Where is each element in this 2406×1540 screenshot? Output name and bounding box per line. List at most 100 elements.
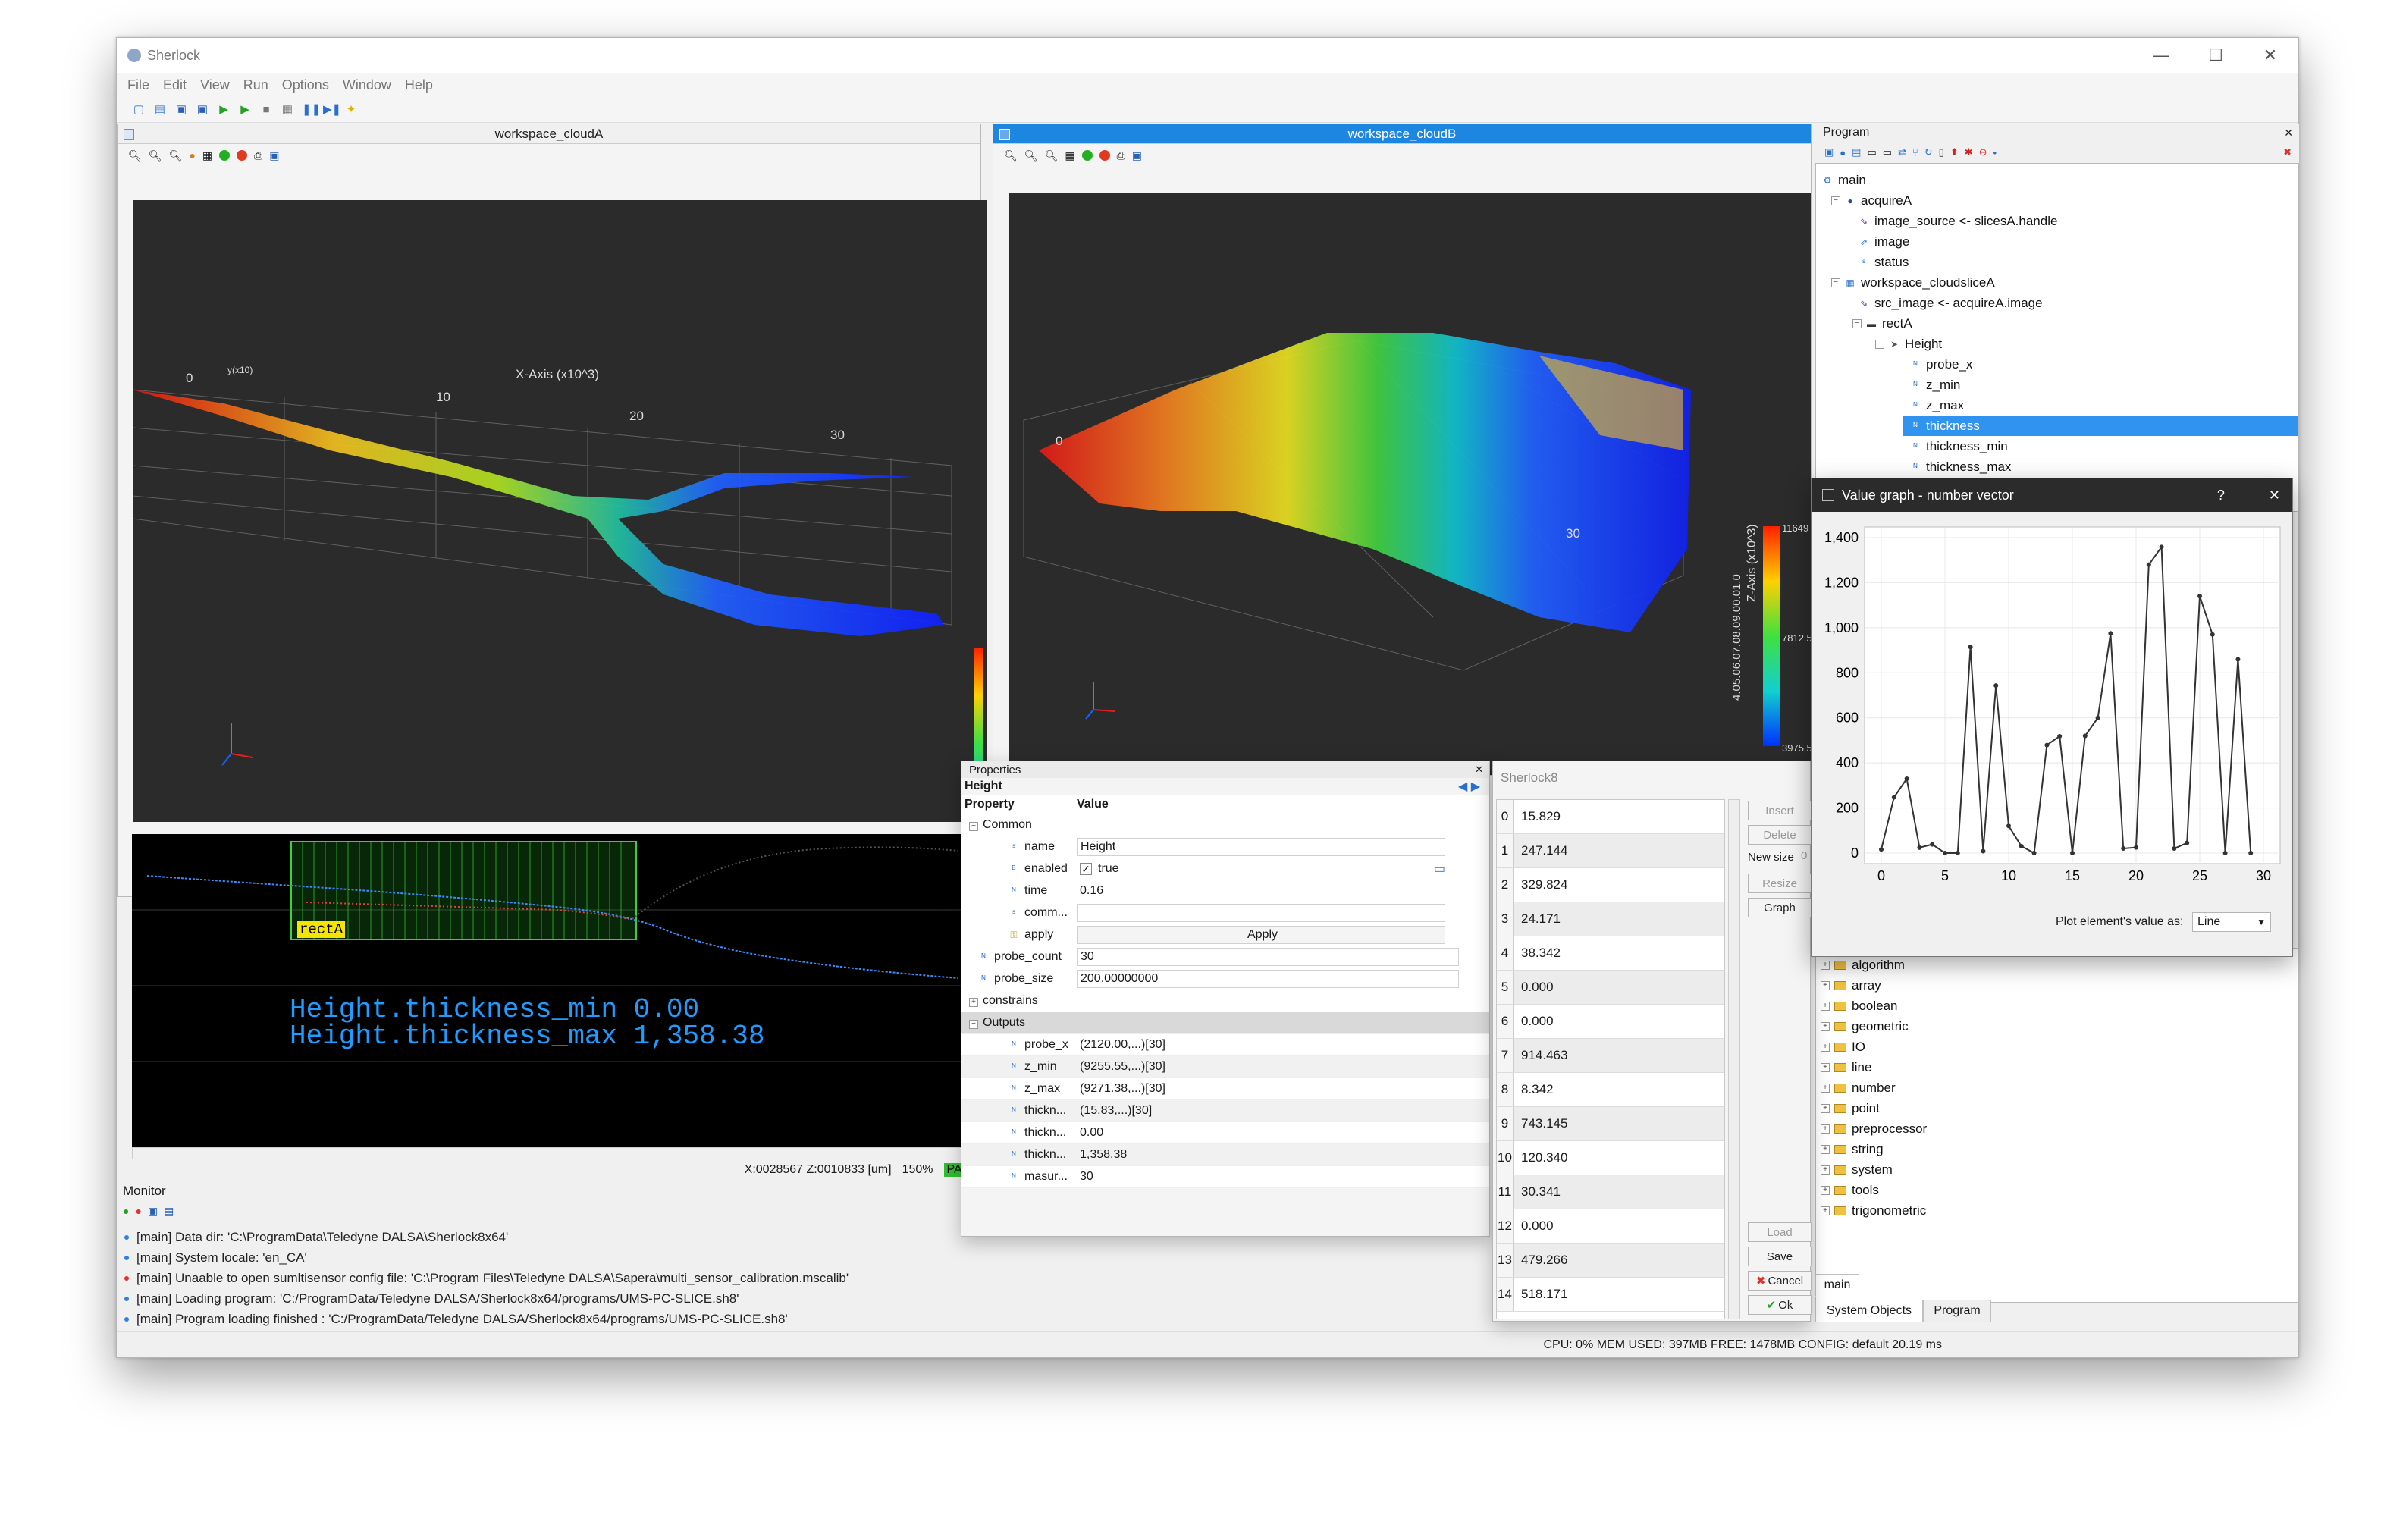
print-icon[interactable]: ⎙ (254, 149, 262, 162)
tree-node-z-min[interactable]: ᴺ z_min (1816, 375, 2298, 395)
group-common[interactable]: − Common (961, 814, 1489, 836)
stop-icon[interactable]: ■ (259, 103, 273, 117)
output-row[interactable]: ᴺ thickn... 0.00 (961, 1122, 1489, 1144)
menu-view[interactable]: View (200, 77, 230, 93)
tree-node-image[interactable]: ⇗ image (1816, 231, 2298, 252)
point-cloud-view-b[interactable]: 0 30 4.05.06.07.08.09.00.01.0 Z-Axis (x1… (1009, 193, 1811, 775)
tree-node-main[interactable]: ⚙ main (1816, 170, 2298, 190)
branch-icon[interactable]: ⑂ (1912, 147, 1918, 158)
step-icon[interactable]: ▶❚ (323, 103, 341, 117)
tree-node-probe-x[interactable]: ᴺ probe_x (1816, 354, 2298, 375)
vector-row[interactable]: 4 38.342 (1497, 936, 1724, 971)
tree-node-thickness-max[interactable]: ᴺ thickness_max (1816, 456, 2298, 477)
panel-close-icon[interactable]: ✕ (1475, 764, 1483, 776)
expand-icon[interactable]: + (1821, 1021, 1830, 1031)
copy-icon[interactable]: ▭ (1867, 146, 1876, 158)
tree-node-workspace[interactable]: − ▦ workspace_cloudsliceA (1816, 272, 2298, 293)
grid-icon[interactable]: ▦ (202, 149, 212, 162)
name-field[interactable]: Height (1077, 838, 1445, 856)
vector-row[interactable]: 6 0.000 (1497, 1005, 1724, 1039)
group-constrains[interactable]: + constrains (961, 990, 1489, 1012)
vector-row[interactable]: 1 247.144 (1497, 834, 1724, 868)
maximize-icon[interactable]: ☐ (2188, 38, 2243, 73)
graph-button[interactable]: Graph (1748, 898, 1812, 917)
sysobj-tools[interactable]: + tools (1816, 1180, 2298, 1200)
new-file-icon[interactable]: ▢ (132, 103, 146, 117)
globe-icon[interactable]: ● (1840, 147, 1846, 158)
plot-mode-select[interactable]: Line ▼ (2192, 912, 2271, 932)
slice-hscrollbar[interactable] (132, 1147, 963, 1159)
vector-row[interactable]: 5 0.000 (1497, 971, 1724, 1005)
probe-count-spinbox[interactable]: 30 (1077, 948, 1459, 966)
pause-icon[interactable]: ❚❚ (302, 103, 321, 117)
expand-icon[interactable]: + (1821, 1103, 1830, 1113)
expand-icon[interactable]: + (1821, 1206, 1830, 1215)
output-row[interactable]: ᴺ z_min (9255.55,...)[30] (961, 1056, 1489, 1078)
nav-back-icon[interactable]: ◀ ▶ (1458, 779, 1480, 794)
help-icon[interactable]: ? (2217, 488, 2225, 503)
output-row[interactable]: ᴺ z_max (9271.38,...)[30] (961, 1078, 1489, 1100)
collapse-icon[interactable]: − (1875, 339, 1884, 349)
remove-icon[interactable]: ✖ (2283, 146, 2292, 158)
menu-window[interactable]: Window (343, 77, 391, 93)
lightbulb-icon[interactable]: ✦ (344, 103, 358, 117)
insert-button[interactable]: Insert (1748, 801, 1812, 820)
probe-size-spinbox[interactable]: 200.00000000 (1077, 970, 1459, 988)
menu-file[interactable]: File (127, 77, 149, 93)
sysobj-string[interactable]: + string (1816, 1139, 2298, 1159)
expand-icon[interactable]: + (1821, 1062, 1830, 1072)
expand-icon[interactable]: + (1821, 980, 1830, 990)
sysobj-preprocessor[interactable]: + preprocessor (1816, 1118, 2298, 1139)
ok-button[interactable]: ✔ Ok (1748, 1295, 1812, 1315)
record-icon[interactable]: ▦ (281, 103, 294, 117)
menu-edit[interactable]: Edit (163, 77, 187, 93)
tree-node-image-source[interactable]: ⇘ image_source <- slicesA.handle (1816, 211, 2298, 231)
vector-row[interactable]: 0 15.829 (1497, 800, 1724, 834)
expand-icon[interactable]: + (1821, 1165, 1830, 1175)
tab-main[interactable]: main (1815, 1274, 1859, 1297)
zoom-out-icon[interactable]: 🔍︎ (149, 149, 162, 162)
sysobj-algorithm[interactable]: + algorithm (1816, 955, 2298, 975)
vector-row[interactable]: 8 8.342 (1497, 1073, 1724, 1107)
cancel-button[interactable]: ✖ Cancel (1748, 1271, 1812, 1291)
close-icon[interactable]: ✕ (2243, 38, 2298, 73)
delete-icon[interactable]: ⊖ (1979, 146, 1987, 158)
add-icon[interactable]: ▣ (1824, 146, 1834, 158)
point-icon[interactable]: • (1993, 147, 1997, 158)
expand-icon[interactable]: + (1821, 1144, 1830, 1154)
vector-row[interactable]: 14 518.171 (1497, 1278, 1724, 1312)
output-row[interactable]: ᴺ probe_x (2120.00,...)[30] (961, 1034, 1489, 1056)
expand-icon[interactable]: + (1821, 1185, 1830, 1195)
tree-node-thickness[interactable]: ᴺ thickness (1903, 416, 2298, 436)
vector-row[interactable]: 12 0.000 (1497, 1209, 1724, 1244)
menu-run[interactable]: Run (243, 77, 268, 93)
new-size-field[interactable]: 0 (1801, 849, 1807, 862)
green-status-icon[interactable] (219, 150, 231, 161)
expand-icon[interactable]: + (1821, 1042, 1830, 1052)
delete-button[interactable]: Delete (1748, 825, 1812, 845)
menu-options[interactable]: Options (282, 77, 329, 93)
tree-node-height[interactable]: − ➤ Height (1816, 334, 2298, 354)
palette-icon[interactable]: ● (189, 149, 195, 162)
save-all-icon[interactable]: ▣ (196, 103, 209, 117)
tree-node-src-image[interactable]: ⇘ src_image <- acquireA.image (1816, 293, 2298, 313)
green-status-icon[interactable] (1081, 150, 1093, 161)
run-once-icon[interactable]: ▶ (238, 103, 252, 117)
sysobj-system[interactable]: + system (1816, 1159, 2298, 1180)
expand-icon[interactable]: + (1821, 1124, 1830, 1134)
vector-row[interactable]: 3 24.171 (1497, 902, 1724, 936)
zoom-fit-icon[interactable]: 🔍︎ (1045, 149, 1059, 162)
apply-button[interactable]: Apply (1077, 926, 1445, 944)
collapse-icon[interactable]: − (969, 1020, 978, 1029)
sysobj-line[interactable]: + line (1816, 1057, 2298, 1077)
workspace-cloudA-title[interactable]: workspace_cloudA (118, 124, 980, 144)
open-folder-icon[interactable]: ▤ (153, 103, 167, 117)
move-down-icon[interactable]: ✱ (1965, 146, 1973, 158)
run-icon[interactable]: ▶ (217, 103, 231, 117)
expand-icon[interactable]: + (1821, 1083, 1830, 1093)
save-log-icon[interactable]: ▣ (148, 1205, 158, 1218)
sysobj-io[interactable]: + IO (1816, 1037, 2298, 1057)
collapse-icon[interactable]: − (969, 822, 978, 831)
collapse-icon[interactable]: − (1852, 318, 1862, 328)
tree-node-acquireA[interactable]: − ● acquireA (1816, 190, 2298, 211)
